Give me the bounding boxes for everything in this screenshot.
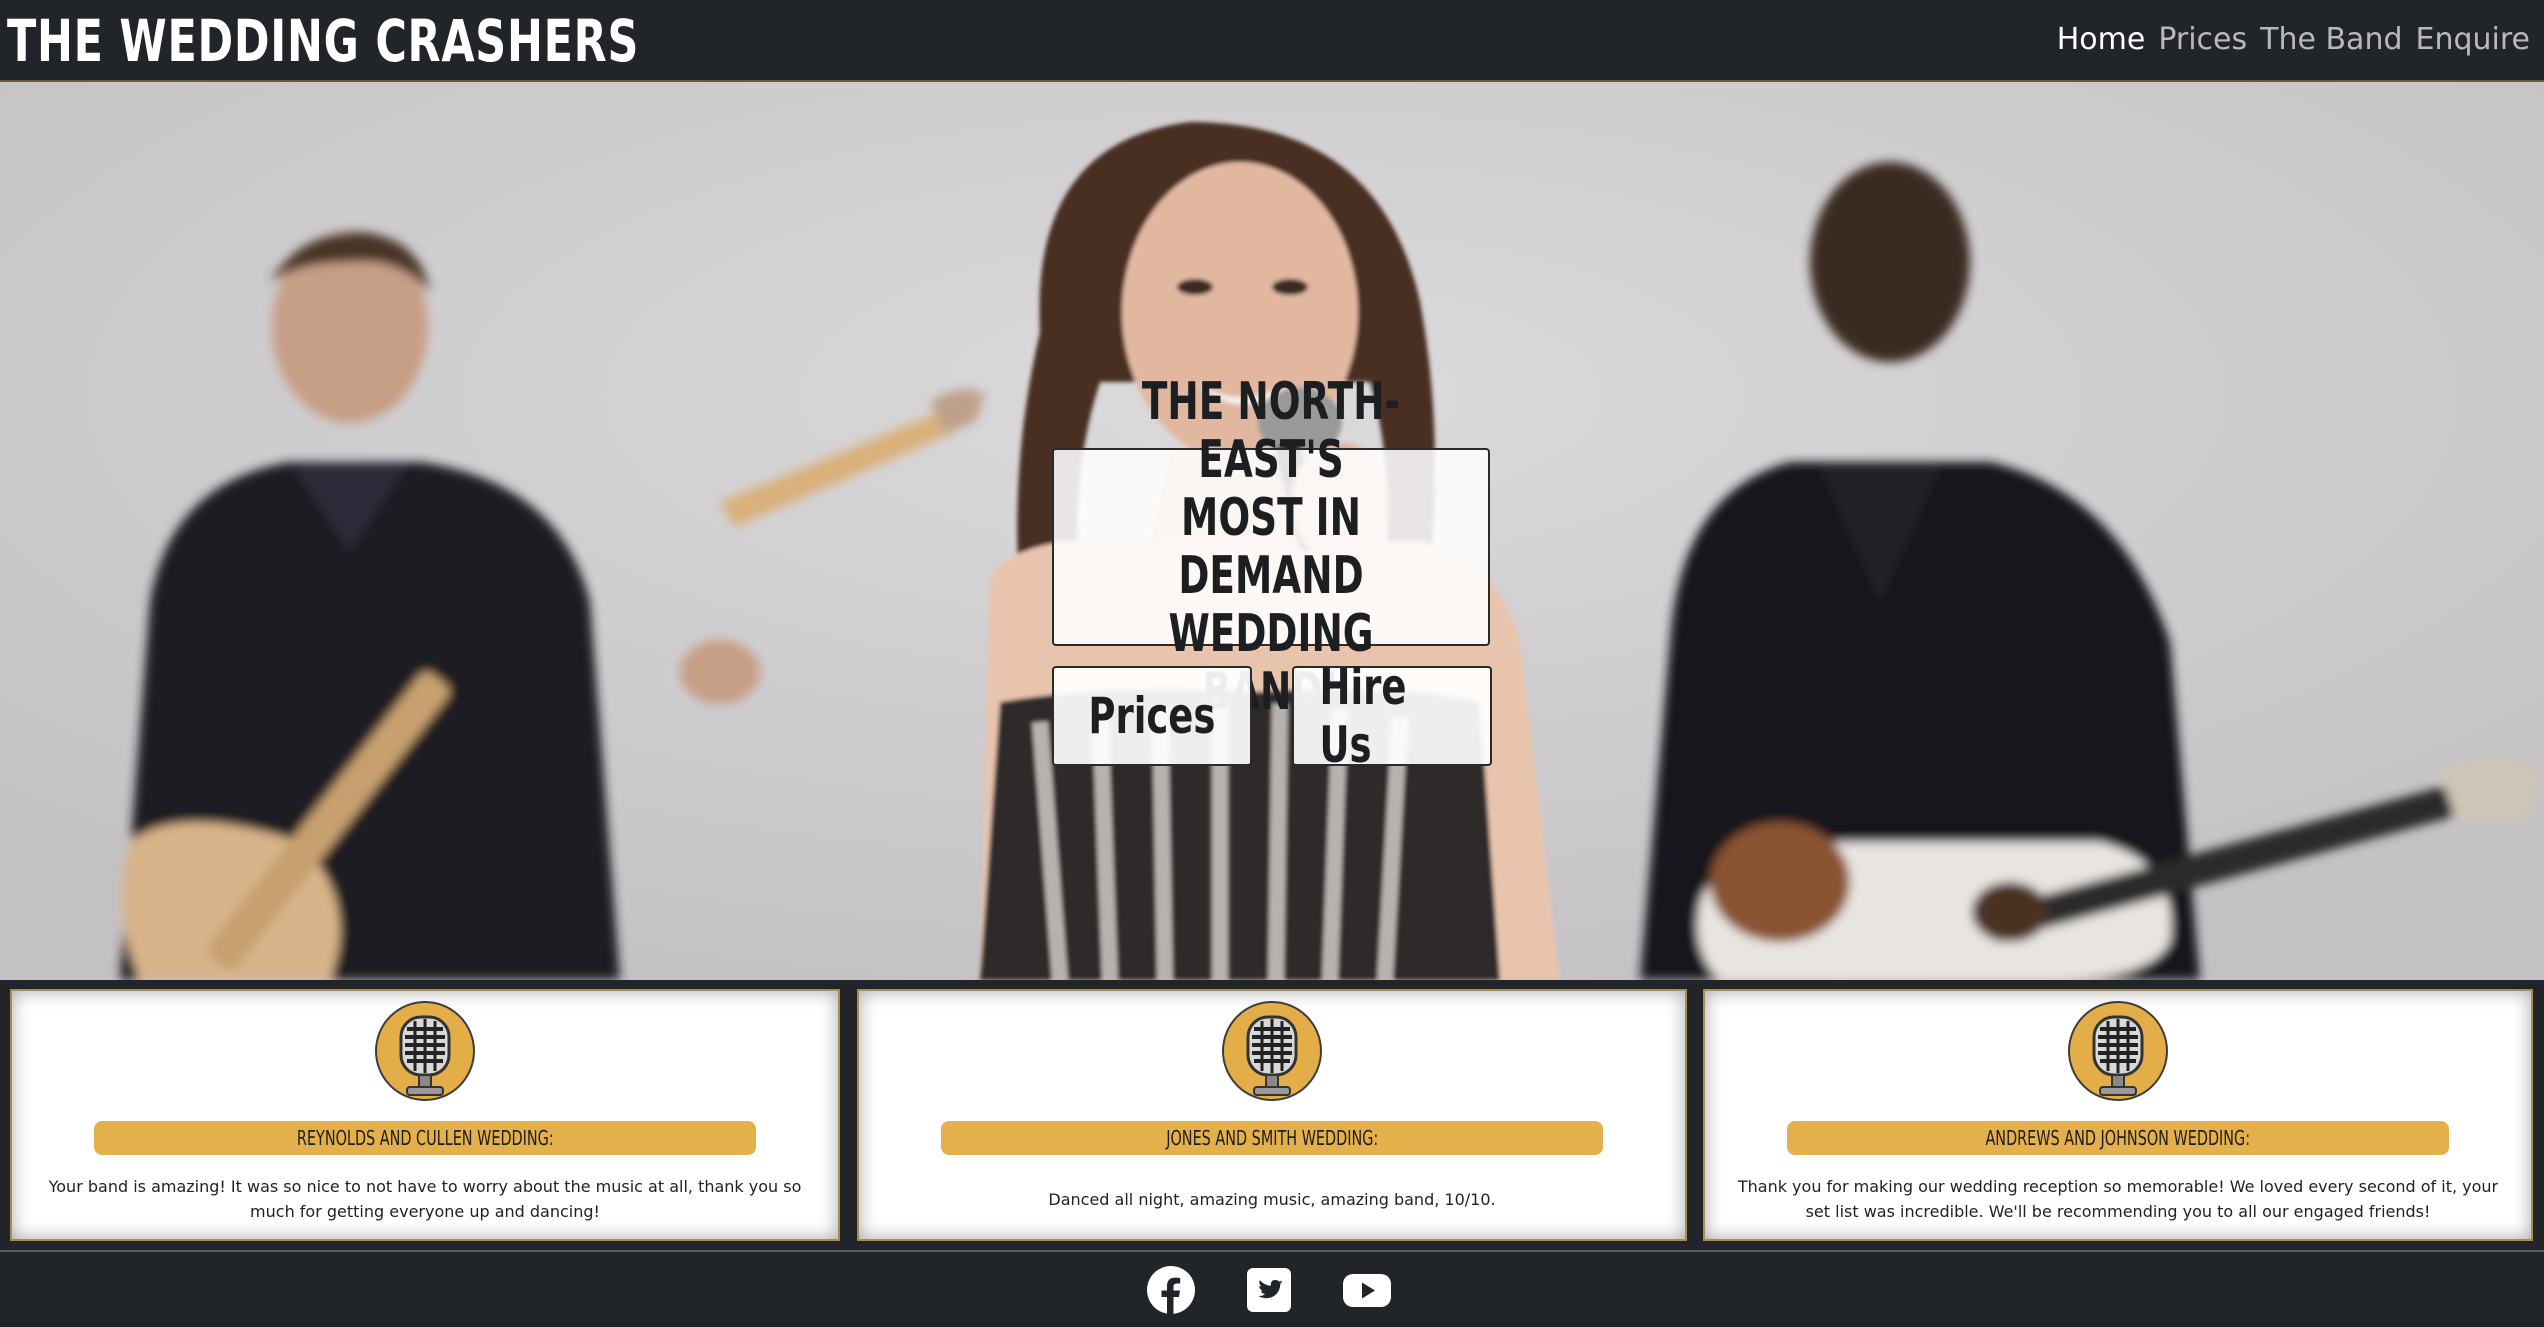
nav-home-link[interactable]: Home xyxy=(2057,20,2146,60)
microphone-icon xyxy=(1222,1001,1322,1101)
prices-button[interactable]: Prices xyxy=(1052,666,1252,766)
testimonial-text: Danced all night, amazing music, amazing… xyxy=(1048,1189,1496,1209)
testimonials-section: REYNOLDS AND CULLEN WEDDING: Your band i… xyxy=(0,980,2544,1250)
hire-us-button[interactable]: Hire Us xyxy=(1292,658,1492,774)
twitter-icon[interactable] xyxy=(1244,1265,1294,1315)
nav-the-band-link[interactable]: The Band xyxy=(2260,20,2402,60)
facebook-icon[interactable] xyxy=(1146,1265,1196,1315)
main-nav: Home Prices The Band Enquire xyxy=(2057,20,2530,60)
youtube-icon[interactable] xyxy=(1342,1265,1392,1315)
prices-button-label: Prices xyxy=(1088,687,1216,745)
testimonial-title: JONES AND SMITH WEDDING: xyxy=(941,1121,1603,1155)
hire-us-button-label: Hire Us xyxy=(1319,658,1407,774)
nav-enquire-link[interactable]: Enquire xyxy=(2416,20,2531,60)
testimonial-title: REYNOLDS AND CULLEN WEDDING: xyxy=(94,1121,756,1155)
testimonial-card: JONES AND SMITH WEDDING: Danced all nigh… xyxy=(857,989,1687,1241)
microphone-icon xyxy=(2068,1001,2168,1101)
site-footer xyxy=(0,1250,2544,1327)
site-logo-title[interactable]: THE WEDDING CRASHERS xyxy=(7,8,639,74)
testimonial-text: Your band is amazing! It was so nice to … xyxy=(48,1177,802,1221)
testimonial-text: Thank you for making our wedding recepti… xyxy=(1737,1177,2499,1221)
nav-prices-link[interactable]: Prices xyxy=(2158,20,2247,60)
testimonial-card: REYNOLDS AND CULLEN WEDDING: Your band i… xyxy=(10,989,840,1241)
hero-section: THE NORTH-EAST'S MOST IN DEMAND WEDDING … xyxy=(0,82,2544,980)
microphone-icon xyxy=(375,1001,475,1101)
testimonial-card: ANDREWS AND JOHNSON WEDDING: Thank you f… xyxy=(1703,989,2533,1241)
hero-headline-box: THE NORTH-EAST'S MOST IN DEMAND WEDDING … xyxy=(1052,373,1490,721)
testimonial-title: ANDREWS AND JOHNSON WEDDING: xyxy=(1787,1121,2449,1155)
site-header: THE WEDDING CRASHERS Home Prices The Ban… xyxy=(0,0,2544,82)
